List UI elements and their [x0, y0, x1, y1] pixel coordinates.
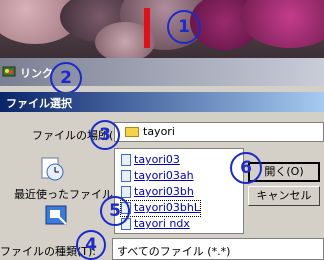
file-item[interactable]: tayori03bhL [120, 200, 201, 217]
annotation-3: 3 [90, 120, 120, 150]
file-type-dropdown[interactable]: すべてのファイル (*.*) [112, 238, 324, 260]
red-marker [144, 8, 150, 48]
file-icon [121, 170, 131, 182]
dialog-title-bar[interactable]: ファイル選択 [0, 92, 324, 112]
folder-icon [125, 127, 139, 137]
link-bar[interactable]: リンク [0, 58, 324, 86]
annotation-5: 5 [100, 196, 130, 226]
file-item[interactable]: tayori03 [121, 153, 180, 168]
annotation-1: 1 [167, 10, 201, 44]
link-bar-label: リンク [20, 67, 53, 80]
annotation-6: 6 [230, 152, 262, 184]
link-icon [2, 66, 16, 77]
file-item[interactable]: tayori03bh [121, 185, 194, 200]
file-list[interactable]: tayori03 tayori03ah tayori03bh tayori03b… [114, 148, 244, 234]
file-icon [121, 186, 131, 198]
background-photo [0, 0, 324, 58]
file-icon [121, 154, 131, 166]
file-item[interactable]: tayori03ah [121, 169, 194, 184]
file-type-value: すべてのファイル (*.*) [117, 245, 231, 258]
annotation-4: 4 [76, 230, 106, 260]
desktop-icon[interactable] [44, 204, 70, 228]
dialog-title: ファイル選択 [6, 97, 72, 110]
recent-files-label: 最近使ったファイル [14, 188, 113, 201]
look-in-value: tayori [143, 125, 175, 138]
annotation-2: 2 [50, 62, 82, 94]
look-in-dropdown[interactable]: tayori [114, 122, 324, 142]
recent-files-icon[interactable] [38, 156, 66, 182]
file-item[interactable]: tayori ndx [121, 217, 190, 232]
cancel-button[interactable]: キャンセル [248, 186, 320, 206]
